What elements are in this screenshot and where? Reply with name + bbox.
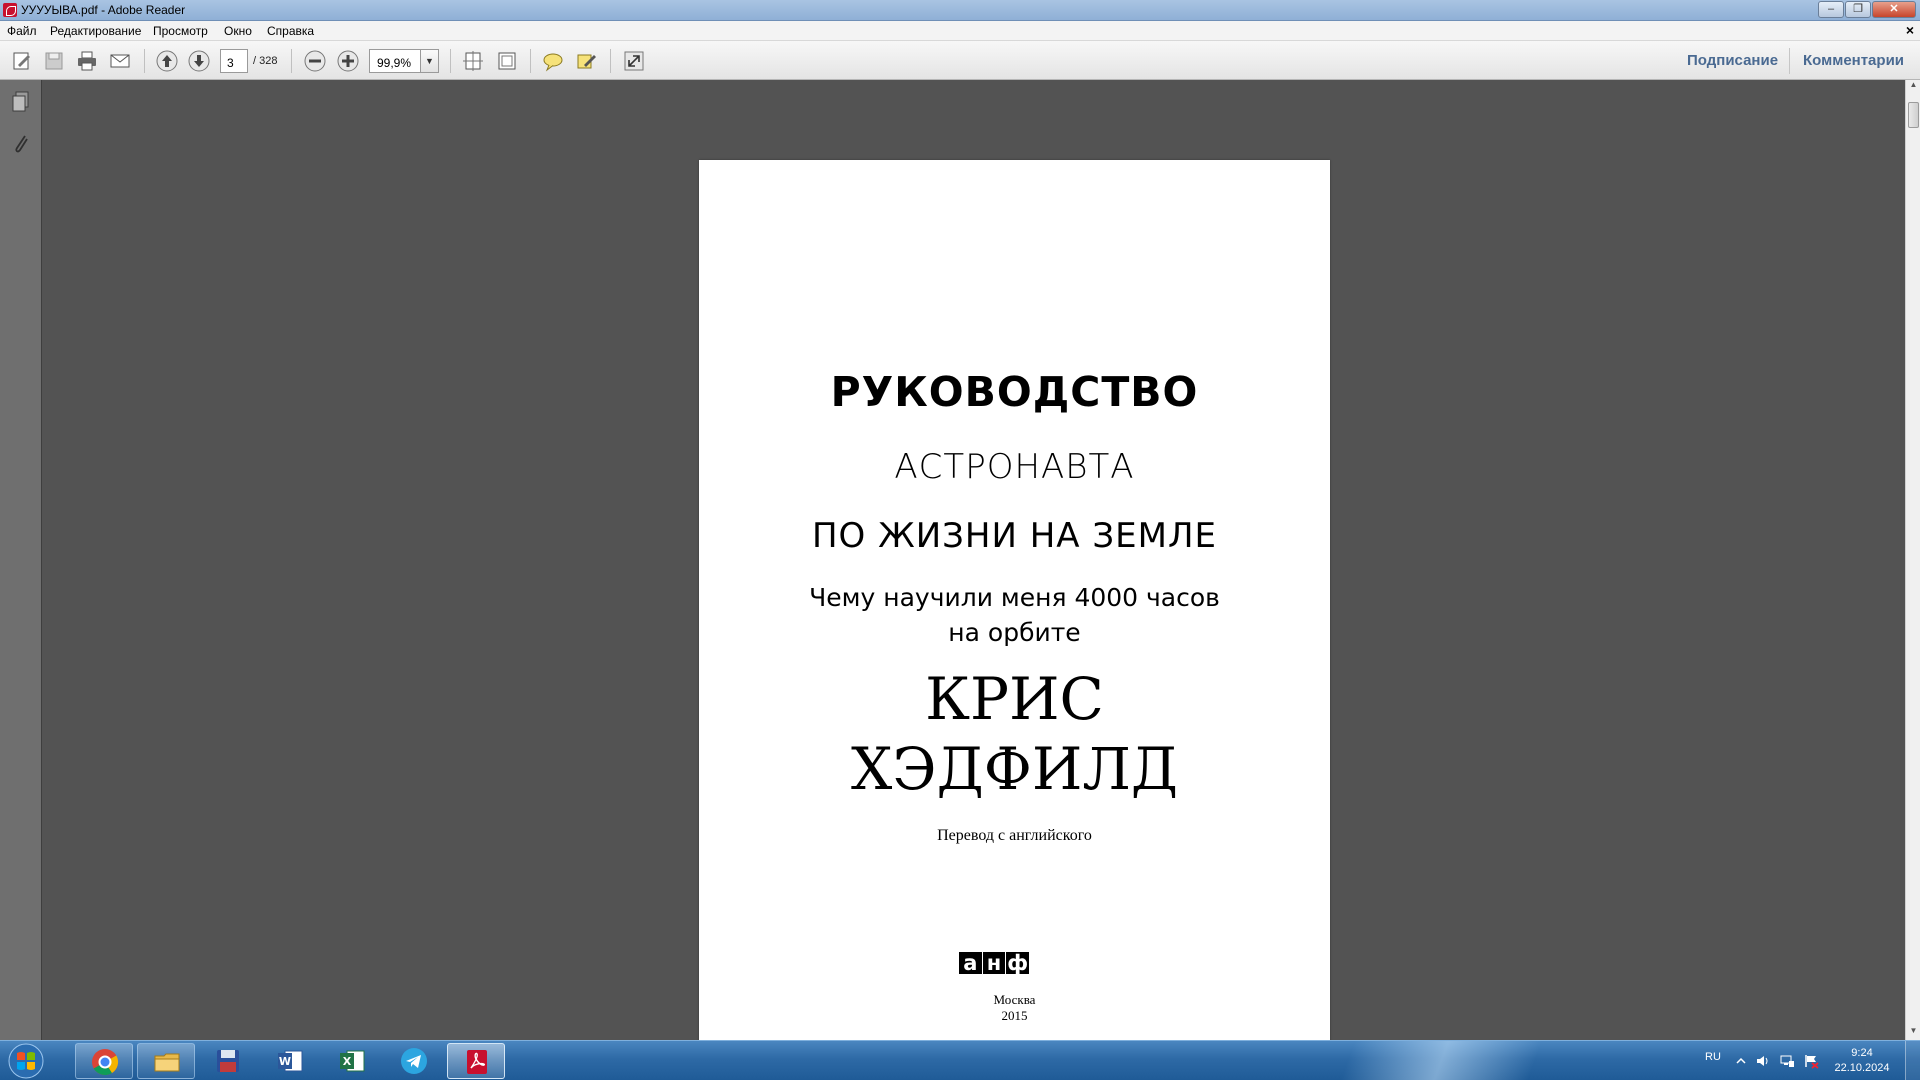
- email-icon[interactable]: [108, 49, 132, 73]
- close-window-button[interactable]: ✕: [1872, 1, 1916, 18]
- translation-note: Перевод с английского: [937, 827, 1092, 844]
- highlight-icon[interactable]: [575, 49, 599, 73]
- toolbar: / 328 ▼ Подписание Комментарии: [0, 41, 1920, 80]
- floppy-icon[interactable]: [199, 1043, 257, 1079]
- page-number-input[interactable]: [220, 49, 248, 73]
- book-subtitle-line1: Чему научили меня 4000 часов: [809, 583, 1220, 612]
- excel-icon[interactable]: X: [323, 1043, 381, 1079]
- menu-edit[interactable]: Редактирование: [50, 24, 141, 38]
- restore-button[interactable]: ❐: [1845, 1, 1871, 18]
- book-title: РУКОВОДСТВО: [830, 368, 1199, 416]
- comments-link[interactable]: Комментарии: [1803, 52, 1904, 69]
- menu-file[interactable]: Файл: [7, 24, 37, 38]
- page-thumbnails-icon[interactable]: [8, 88, 34, 116]
- book-title-line3: ПО ЖИЗНИ НА ЗЕМЛЕ: [811, 516, 1218, 556]
- full-width-icon[interactable]: [495, 49, 519, 73]
- menu-window[interactable]: Окно: [224, 24, 252, 38]
- fit-page-icon[interactable]: [461, 49, 485, 73]
- svg-text:X: X: [343, 1055, 352, 1068]
- document-viewport[interactable]: РУКОВОДСТВО АСТРОНАВТА ПО ЖИЗНИ НА ЗЕМЛЕ…: [42, 80, 1905, 1080]
- svg-text:W: W: [279, 1055, 291, 1068]
- taskbar: W X RU 9:24 22.10.2024: [0, 1040, 1920, 1080]
- volume-icon[interactable]: [1755, 1053, 1771, 1069]
- scroll-thumb[interactable]: [1908, 102, 1919, 128]
- menu-help[interactable]: Справка: [267, 24, 314, 38]
- window-controls: – ❐ ✕: [1818, 1, 1916, 18]
- menu-bar: Файл Редактирование Просмотр Окно Справк…: [0, 21, 1920, 41]
- adobe-reader-taskbar-icon[interactable]: [447, 1043, 505, 1079]
- zoom-dropdown-icon[interactable]: ▼: [420, 49, 439, 73]
- print-icon[interactable]: [75, 49, 99, 73]
- clock-time: 9:24: [1851, 1047, 1873, 1059]
- previous-page-icon[interactable]: [155, 49, 179, 73]
- zoom-input[interactable]: [369, 49, 421, 73]
- minimize-button[interactable]: –: [1818, 1, 1844, 18]
- folder-icon[interactable]: [137, 1043, 195, 1079]
- publication-city: Москва: [993, 992, 1036, 1007]
- publication-year: 2015: [1001, 1008, 1028, 1023]
- adobe-reader-icon: [3, 3, 17, 17]
- imprint: Москва 2015: [699, 992, 1330, 1024]
- logo-letter: а: [959, 952, 982, 974]
- clock[interactable]: 9:24 22.10.2024: [1832, 1046, 1892, 1076]
- language-indicator[interactable]: RU: [1705, 1051, 1721, 1063]
- clock-date: 22.10.2024: [1834, 1062, 1890, 1074]
- scroll-up-icon[interactable]: ▲: [1906, 80, 1920, 94]
- page-total: / 328: [253, 55, 278, 67]
- zoom-out-icon[interactable]: [303, 49, 327, 73]
- expand-icon[interactable]: [622, 49, 646, 73]
- window-title: УУУУЫВА.pdf - Adobe Reader: [21, 3, 186, 17]
- book-title-line2: АСТРОНАВТА: [894, 447, 1135, 487]
- book-author: КРИС ХЭДФИЛД: [699, 664, 1330, 804]
- logo-letter: ф: [1006, 951, 1030, 975]
- action-center-icon[interactable]: [1803, 1053, 1819, 1069]
- title-bar: УУУУЫВА.pdf - Adobe Reader – ❐ ✕: [0, 0, 1920, 21]
- network-icon[interactable]: [1779, 1053, 1795, 1069]
- show-hidden-icons-icon[interactable]: [1733, 1053, 1749, 1069]
- scroll-down-icon[interactable]: ▼: [1906, 1026, 1920, 1040]
- next-page-icon[interactable]: [187, 49, 211, 73]
- menu-view[interactable]: Просмотр: [153, 24, 208, 38]
- author-first-name: КРИС: [925, 665, 1104, 733]
- book-subtitle: Чему научили меня 4000 часов на орбите: [699, 580, 1330, 650]
- zoom-in-icon[interactable]: [336, 49, 360, 73]
- comment-icon[interactable]: [541, 49, 565, 73]
- author-last-name: ХЭДФИЛД: [850, 735, 1179, 803]
- publisher-logo: а н ф: [959, 952, 1030, 974]
- navigation-pane: [0, 80, 42, 1040]
- logo-letter: н: [982, 952, 1006, 974]
- save-icon[interactable]: [42, 49, 66, 73]
- start-button[interactable]: [2, 1042, 50, 1080]
- book-subtitle-line2: на орбите: [948, 618, 1081, 647]
- word-icon[interactable]: W: [261, 1043, 319, 1079]
- show-desktop-button[interactable]: [1905, 1041, 1920, 1080]
- create-pdf-icon[interactable]: [10, 49, 34, 73]
- telegram-icon[interactable]: [385, 1043, 443, 1079]
- close-document-button[interactable]: ×: [1906, 22, 1914, 38]
- attachments-icon[interactable]: [8, 130, 34, 158]
- vertical-scrollbar[interactable]: ▲ ▼: [1905, 80, 1920, 1040]
- pdf-page: РУКОВОДСТВО АСТРОНАВТА ПО ЖИЗНИ НА ЗЕМЛЕ…: [699, 160, 1330, 1080]
- chrome-icon[interactable]: [75, 1043, 133, 1079]
- sign-link[interactable]: Подписание: [1687, 52, 1778, 69]
